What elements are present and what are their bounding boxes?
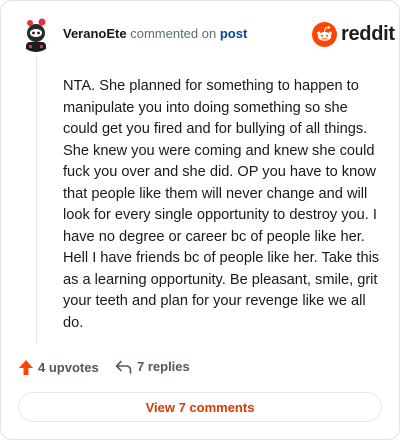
comment-header: VeranoEte commented on post [63, 27, 247, 41]
reddit-wordmark: reddit [341, 23, 395, 45]
replies-count: 7 replies [137, 359, 190, 374]
avatar-icon [18, 16, 54, 52]
upvote-arrow-icon [19, 360, 33, 375]
upvote-count: 4 upvotes [38, 360, 99, 375]
view-comments-button[interactable]: View 7 comments [18, 392, 382, 422]
reddit-logo[interactable]: reddit [312, 22, 395, 47]
post-link[interactable]: post [220, 26, 247, 41]
reply-arrow-icon [115, 360, 132, 374]
thread-line[interactable] [36, 57, 37, 343]
comment-body: NTA. She planned for something to happen… [63, 78, 380, 331]
action-text: commented on [130, 26, 217, 41]
username-link[interactable]: VeranoEte [63, 26, 127, 41]
comment-card: VeranoEte commented on post reddit NTA. … [0, 0, 400, 440]
upvote-button[interactable]: 4 upvotes [18, 359, 99, 376]
reddit-snoo-icon [312, 22, 337, 47]
user-avatar[interactable] [18, 16, 54, 52]
replies-button[interactable]: 7 replies [115, 359, 190, 374]
